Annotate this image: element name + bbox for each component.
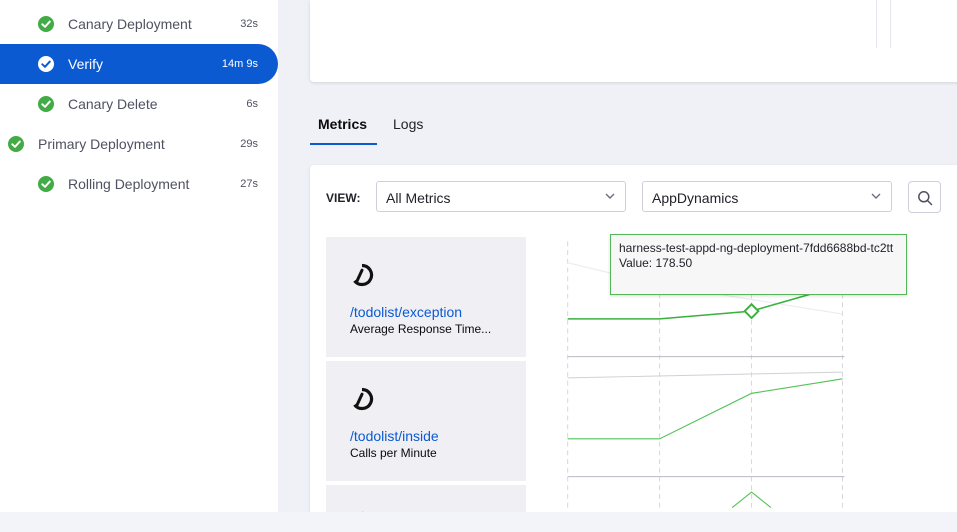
metric-filter-value: All Metrics: [386, 190, 451, 206]
check-circle-icon: [38, 96, 54, 112]
footer-strip: [0, 512, 957, 532]
chart-tooltip: harness-test-appd-ng-deployment-7fdd6688…: [610, 234, 907, 295]
execution-steps-sidebar: Canary Deployment 32s Verify 14m 9s Cana…: [0, 0, 278, 512]
step-label: Verify: [68, 56, 104, 72]
metric-item: /todolist/inside Calls per Minute: [326, 361, 526, 481]
tooltip-host: harness-test-appd-ng-deployment-7fdd6688…: [619, 241, 894, 255]
check-circle-icon: [38, 176, 54, 192]
check-circle-icon: [38, 56, 54, 72]
provider-filter-value: AppDynamics: [652, 190, 739, 206]
appdynamics-logo-icon: [353, 263, 374, 287]
step-duration: 32s: [240, 18, 258, 30]
metric-subtitle: Average Response Time...: [350, 322, 492, 336]
metric-name-link[interactable]: /todolist/inside: [350, 428, 439, 444]
view-label: VIEW:: [326, 191, 361, 205]
highlighted-data-point[interactable]: [743, 302, 760, 320]
tab-metrics[interactable]: Metrics: [318, 116, 367, 132]
provider-filter-select[interactable]: AppDynamics: [642, 181, 892, 212]
step-label: Canary Delete: [68, 96, 158, 112]
step-label: Canary Deployment: [68, 16, 192, 32]
tab-logs[interactable]: Logs: [393, 116, 423, 132]
step-rolling-deployment[interactable]: Rolling Deployment 27s: [0, 164, 278, 204]
step-verify[interactable]: Verify 14m 9s: [0, 44, 278, 84]
canary-series-line: [567, 378, 843, 440]
tooltip-value: Value: 178.50: [619, 256, 693, 270]
metric-name-link[interactable]: /todolist/exception: [350, 304, 462, 320]
appdynamics-logo-icon: [353, 387, 374, 411]
step-duration: 14m 9s: [221, 58, 258, 70]
step-label: Rolling Deployment: [68, 176, 190, 192]
metric-subtitle: Calls per Minute: [350, 446, 437, 460]
check-circle-icon: [8, 136, 24, 152]
divider: [890, 0, 891, 48]
metric-filter-select[interactable]: All Metrics: [376, 181, 626, 212]
step-duration: 29s: [240, 138, 258, 150]
search-icon: [918, 191, 933, 206]
step-primary-deployment[interactable]: Primary Deployment 29s: [0, 124, 278, 164]
chevron-down-icon: [605, 193, 615, 199]
divider: [876, 0, 877, 48]
chevron-down-icon: [871, 193, 881, 199]
search-button[interactable]: [908, 181, 941, 213]
baseline-series-line: [567, 371, 843, 379]
step-details-card: [310, 0, 957, 82]
metric-item: [326, 485, 526, 512]
step-duration: 6s: [246, 98, 258, 110]
step-duration: 27s: [240, 178, 258, 190]
check-circle-icon: [38, 16, 54, 32]
metric-item: /todolist/exception Average Response Tim…: [326, 237, 526, 357]
active-tab-indicator: [310, 143, 377, 145]
step-canary-delete[interactable]: Canary Delete 6s: [0, 84, 278, 124]
step-canary-deployment[interactable]: Canary Deployment 32s: [0, 4, 278, 44]
step-label: Primary Deployment: [38, 136, 165, 152]
